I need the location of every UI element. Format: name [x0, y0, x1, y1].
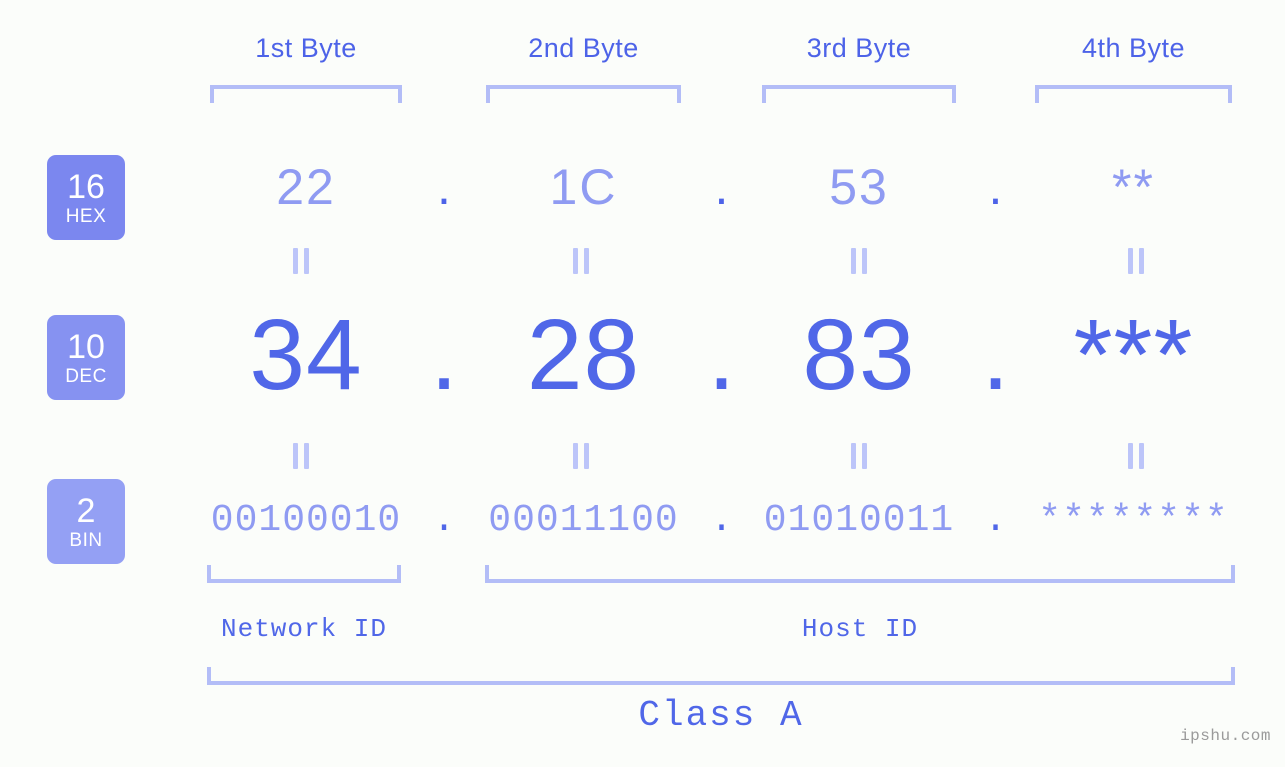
byte-header-1: 1st Byte — [255, 33, 357, 63]
equals-marker-hex-dec-1 — [293, 248, 309, 274]
class-label: Class A — [638, 695, 804, 736]
equals-marker-dec-bin-2 — [573, 443, 589, 469]
byte-header-3: 3rd Byte — [806, 33, 912, 63]
byte-bracket-4 — [1035, 85, 1232, 103]
host-id-bracket — [485, 565, 1235, 583]
equals-marker-hex-dec-3 — [851, 248, 867, 274]
dec-byte-3: 83 — [802, 299, 916, 411]
hex-value-row: 22 . 1C . 53 . ** — [160, 158, 1280, 216]
host-id-label: Host ID — [801, 614, 919, 644]
base-badge-dec-number: 10 — [67, 327, 105, 366]
byte-header-4: 4th Byte — [1081, 33, 1186, 63]
base-badge-bin[interactable]: 2 BIN — [47, 479, 125, 564]
network-id-bracket — [207, 565, 401, 583]
equals-marker-hex-dec-4 — [1128, 248, 1144, 274]
hex-byte-1: 22 — [276, 159, 336, 215]
equals-marker-dec-bin-3 — [851, 443, 867, 469]
base-badge-bin-number: 2 — [76, 491, 96, 530]
byte-bracket-2 — [486, 85, 681, 103]
network-id-label: Network ID — [220, 614, 388, 644]
dec-separator-3: . — [981, 298, 1010, 411]
hex-byte-2: 1C — [549, 159, 618, 215]
byte-bracket-3 — [762, 85, 956, 103]
bin-byte-1: 00100010 — [210, 499, 402, 542]
base-badge-dec[interactable]: 10 DEC — [47, 315, 125, 400]
bin-separator-2: . — [710, 498, 733, 542]
site-watermark: ipshu.com — [1180, 727, 1271, 745]
base-badge-dec-abbr: DEC — [65, 365, 107, 387]
bin-separator-3: . — [984, 498, 1007, 542]
dec-byte-2: 28 — [526, 299, 641, 411]
equals-marker-dec-bin-1 — [293, 443, 309, 469]
hex-separator-1: . — [437, 159, 451, 215]
base-badge-hex-abbr: HEX — [65, 205, 107, 227]
equals-marker-dec-bin-4 — [1128, 443, 1144, 469]
class-bracket — [207, 667, 1235, 685]
dec-byte-1: 34 — [249, 299, 363, 411]
ip-breakdown-diagram: 1st Byte 2nd Byte 3rd Byte 4th Byte 16 H… — [0, 0, 1285, 767]
base-badge-bin-abbr: BIN — [69, 529, 103, 551]
byte-header-2: 2nd Byte — [528, 33, 639, 63]
hex-separator-3: . — [988, 159, 1003, 215]
hex-byte-3: 53 — [829, 159, 889, 215]
hex-separator-2: . — [714, 159, 729, 215]
byte-bracket-1 — [210, 85, 402, 103]
base-badge-hex-number: 16 — [67, 167, 105, 206]
dec-separator-1: . — [430, 298, 458, 411]
base-badge-hex[interactable]: 16 HEX — [47, 155, 125, 240]
dec-separator-2: . — [707, 298, 736, 411]
equals-marker-hex-dec-2 — [573, 248, 589, 274]
bin-byte-2: 00011100 — [488, 499, 679, 542]
dec-byte-4: *** — [1073, 299, 1194, 411]
bin-byte-3: 01010011 — [763, 499, 955, 542]
bin-value-row: 00100010 . 00011100 . 01010011 . *******… — [160, 498, 1280, 544]
bin-separator-1: . — [432, 498, 456, 542]
bin-byte-4: ******** — [1038, 499, 1229, 542]
dec-value-row: 34 . 28 . 83 . *** — [160, 300, 1280, 410]
hex-byte-4: ** — [1112, 159, 1155, 215]
